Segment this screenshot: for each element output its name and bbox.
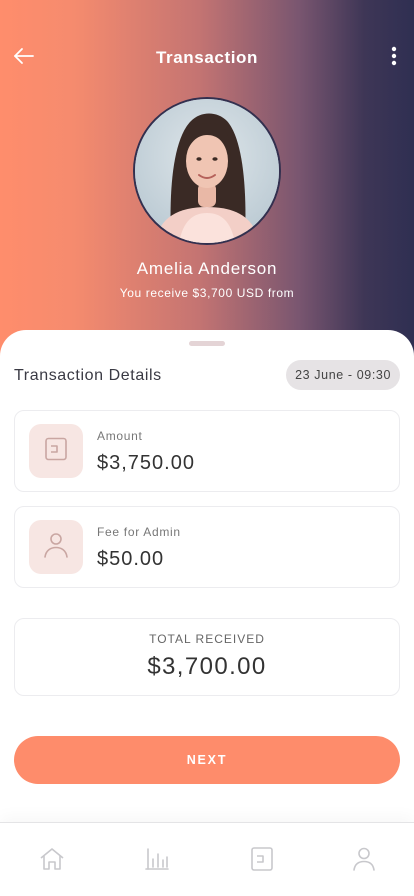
chart-icon [144, 847, 170, 876]
details-sheet: Transaction Details 23 June - 09:30 Amou… [0, 330, 414, 896]
amount-card: Amount $3,750.00 [14, 410, 400, 492]
amount-value: $3,750.00 [97, 452, 195, 474]
more-vertical-icon [391, 46, 397, 71]
sender-name: Amelia Anderson [136, 259, 278, 278]
avatar [133, 97, 281, 245]
nav-stats[interactable] [141, 845, 173, 877]
user-icon [43, 531, 69, 564]
date-badge: 23 June - 09:30 [286, 360, 400, 390]
page-title: Transaction [155, 48, 259, 67]
section-title: Transaction Details [14, 367, 162, 384]
amount-label: Amount [97, 429, 143, 443]
top-bar: Transaction [0, 36, 414, 80]
nav-profile[interactable] [348, 845, 380, 877]
fee-label: Fee for Admin [97, 525, 181, 539]
wallet-icon [43, 436, 69, 467]
wallet-icon [250, 846, 274, 877]
drag-handle[interactable] [189, 341, 225, 346]
total-card: TOTAL RECEIVED $3,700.00 [14, 618, 400, 696]
total-label: TOTAL RECEIVED [149, 632, 265, 646]
fee-icon-tile [29, 520, 83, 574]
receive-summary: You receive $3,700 USD from [119, 286, 295, 300]
more-menu-button[interactable] [380, 42, 408, 74]
home-icon [39, 847, 65, 876]
fee-card: Fee for Admin $50.00 [14, 506, 400, 588]
bottom-nav [0, 822, 414, 896]
total-value: $3,700.00 [147, 653, 267, 680]
nav-home[interactable] [36, 845, 68, 877]
next-button[interactable]: NEXT [14, 736, 400, 784]
fee-value: $50.00 [97, 548, 165, 570]
profile-icon [352, 846, 376, 877]
header-gradient: Transaction Amelia Anderson You receive … [0, 0, 414, 360]
nav-wallet[interactable] [246, 845, 278, 877]
amount-icon-tile [29, 424, 83, 478]
